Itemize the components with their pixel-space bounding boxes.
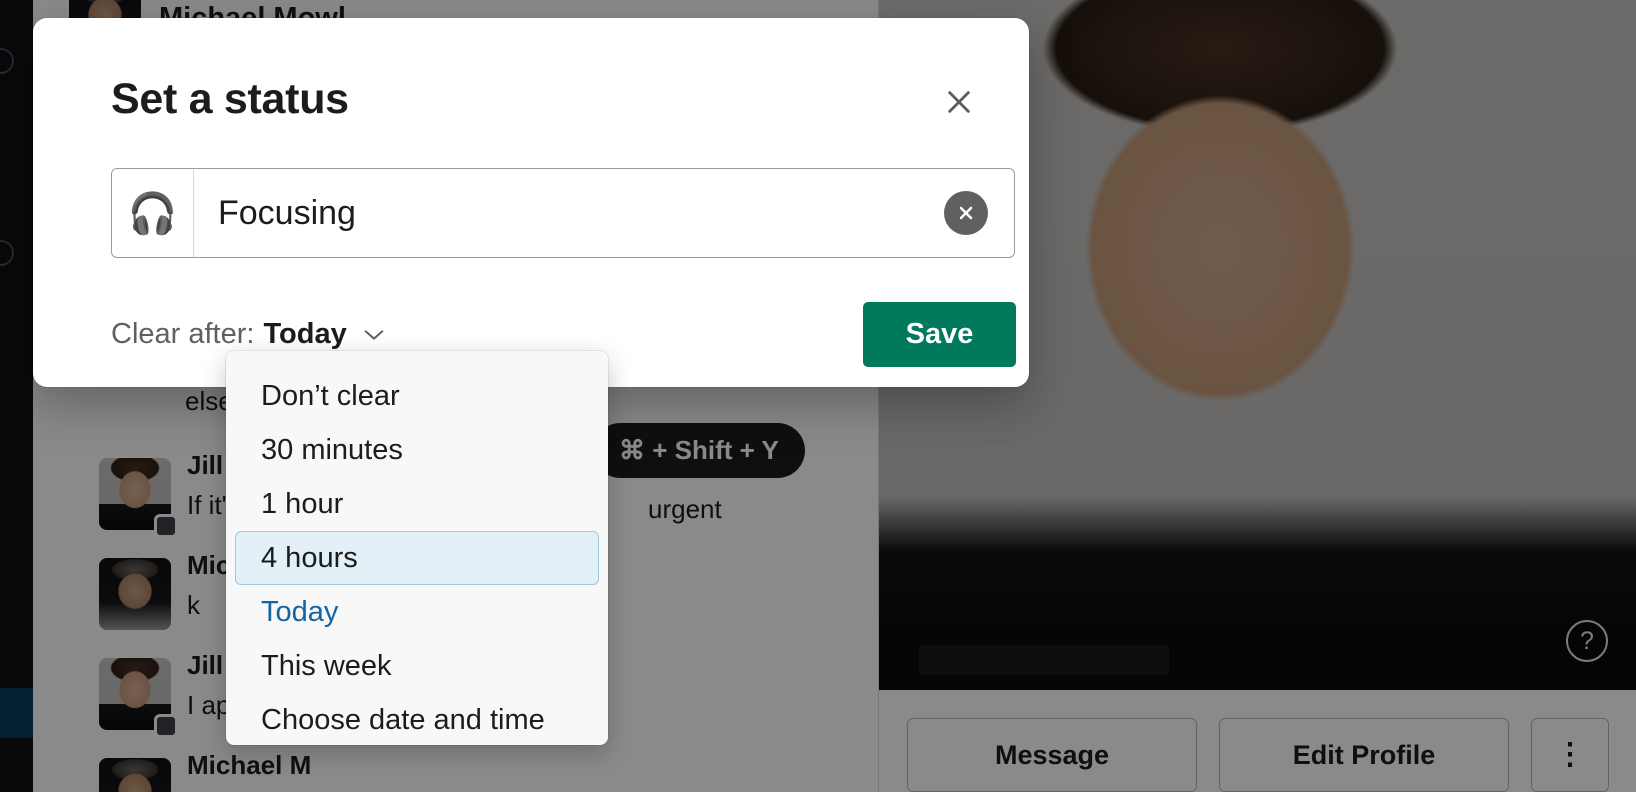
menu-item-30-minutes[interactable]: 30 minutes bbox=[235, 423, 599, 477]
status-input-field[interactable]: 🎧 bbox=[111, 168, 1015, 258]
set-status-dialog: Set a status 🎧 Clear after: Today bbox=[33, 18, 1029, 387]
menu-item-choose-date-and-time[interactable]: Choose date and time bbox=[235, 693, 599, 747]
status-text-input[interactable] bbox=[194, 169, 944, 257]
clear-after-label: Clear after: bbox=[111, 318, 255, 350]
chevron-down-icon bbox=[363, 328, 385, 342]
clear-input-icon[interactable] bbox=[944, 191, 988, 235]
headphones-emoji[interactable]: 🎧 bbox=[112, 169, 194, 257]
menu-item-dont-clear[interactable]: Don’t clear bbox=[235, 369, 599, 423]
menu-item-1-hour[interactable]: 1 hour bbox=[235, 477, 599, 531]
screen: Michael Mowl else i Jill Du If it's urge… bbox=[0, 0, 1636, 792]
clear-after-selector[interactable]: Clear after: Today bbox=[111, 318, 385, 351]
menu-item-today[interactable]: Today bbox=[235, 585, 599, 639]
dialog-title: Set a status bbox=[111, 75, 349, 123]
close-icon[interactable] bbox=[937, 80, 981, 124]
clear-after-dropdown-menu: Don’t clear 30 minutes 1 hour 4 hours To… bbox=[226, 351, 608, 745]
clear-after-value: Today bbox=[263, 318, 347, 350]
menu-item-this-week[interactable]: This week bbox=[235, 639, 599, 693]
save-button[interactable]: Save bbox=[863, 302, 1016, 367]
menu-item-4-hours[interactable]: 4 hours bbox=[235, 531, 599, 585]
